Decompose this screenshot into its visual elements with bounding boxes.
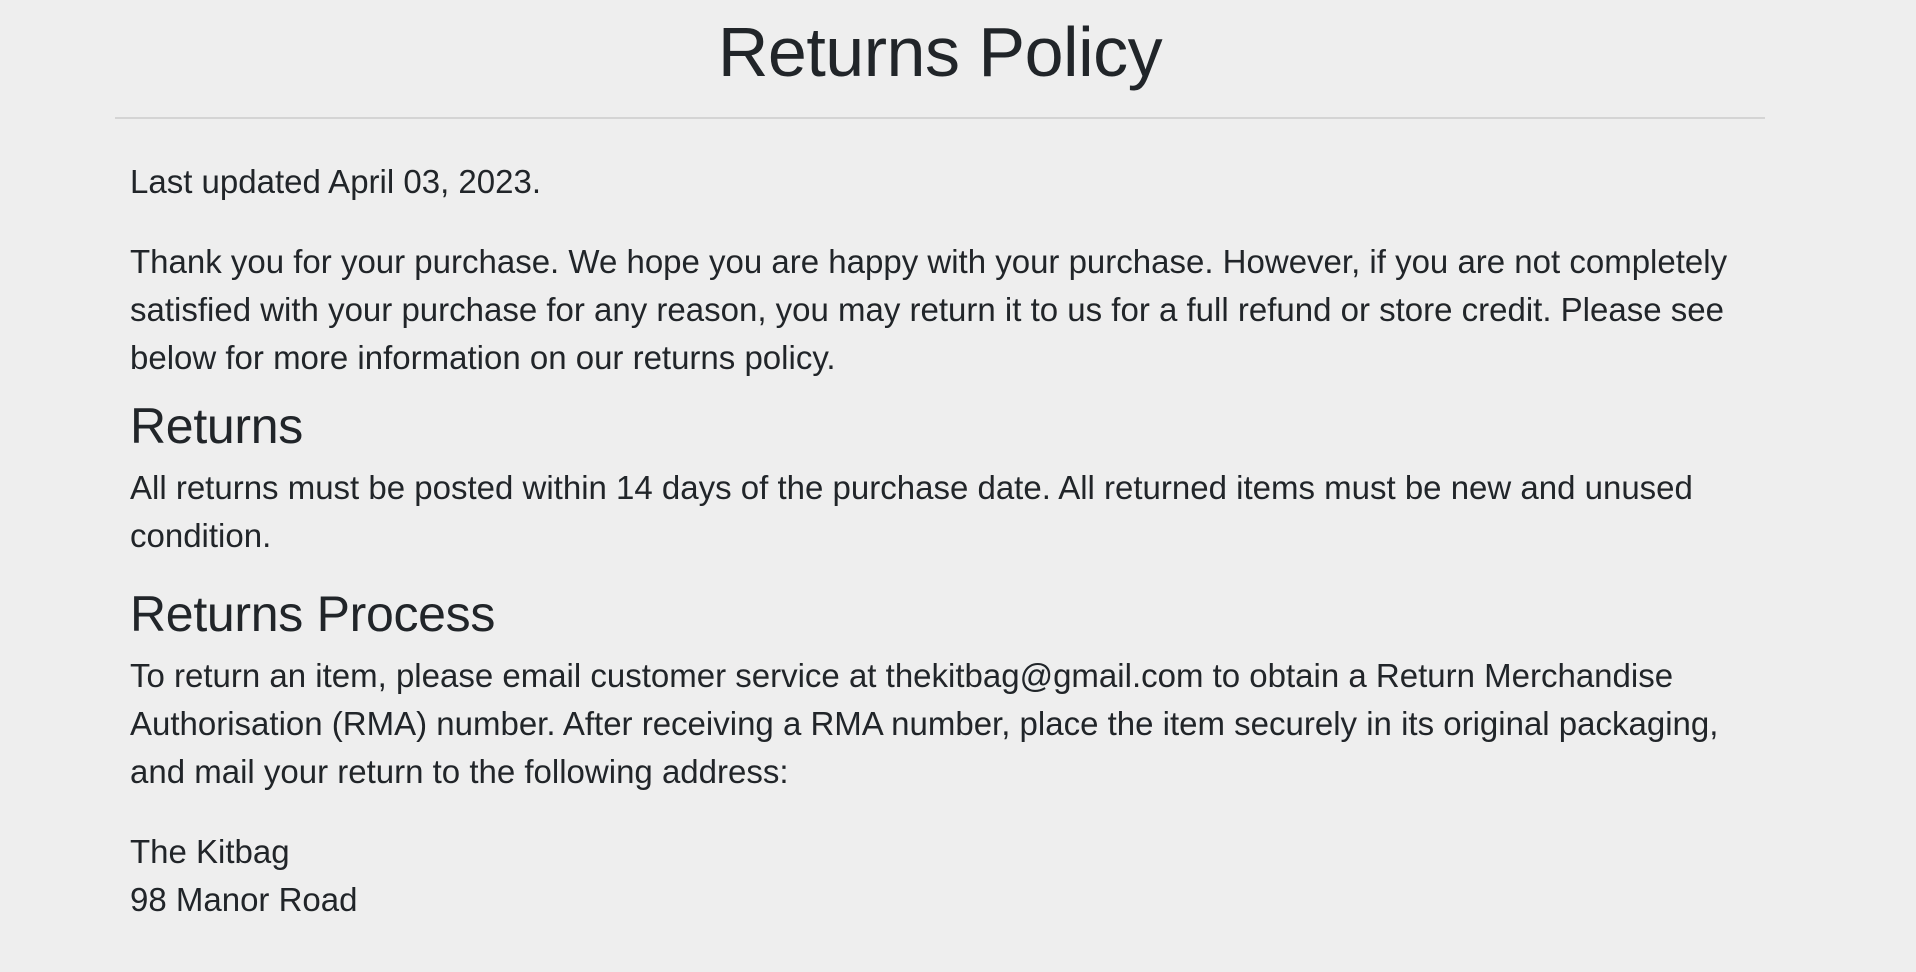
section-heading-returns: Returns [130, 398, 303, 454]
section-body-returns: All returns must be posted within 14 day… [130, 469, 1693, 554]
section-body-returns-process: To return an item, please email customer… [130, 657, 1719, 790]
title-divider [115, 117, 1765, 119]
page-title: Returns Policy [717, 13, 1163, 91]
address-line-2: 98 Manor Road [130, 881, 358, 918]
returns-policy-page: Returns Policy Last updated April 03, 20… [0, 0, 1916, 972]
last-updated-text: Last updated April 03, 2023. [130, 163, 541, 200]
section-heading-returns-process: Returns Process [130, 586, 496, 642]
intro-paragraph: Thank you for your purchase. We hope you… [130, 243, 1728, 376]
address-line-1: The Kitbag [130, 833, 290, 870]
return-address: The Kitbag 98 Manor Road [130, 828, 1760, 924]
policy-content: Last updated April 03, 2023. Thank you f… [130, 158, 1760, 924]
